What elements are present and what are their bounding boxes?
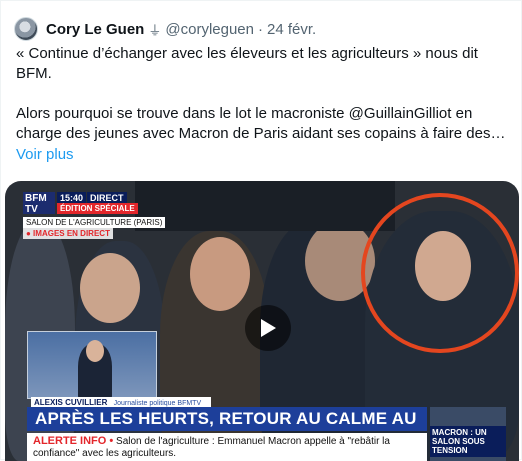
- alert-ticker: ALERTE INFO • Salon de l'agriculture : E…: [27, 433, 427, 461]
- tweet-text: « Continue d’échanger avec les éleveurs …: [16, 45, 506, 142]
- headline-banner: APRÈS LES HEURTS, RETOUR AU CALME AU SAL…: [27, 407, 427, 452]
- play-icon[interactable]: [245, 305, 291, 351]
- live-images-label: ● IMAGES EN DIRECT: [23, 228, 113, 239]
- tweet-date[interactable]: 24 févr.: [267, 21, 316, 38]
- verified-badge-icon: ⏚: [148, 22, 162, 38]
- side-panel: MACRON : UN SALON SOUS TENSION: [430, 407, 506, 461]
- author-name[interactable]: Cory Le Guen: [46, 21, 144, 38]
- avatar[interactable]: [14, 17, 38, 41]
- see-more-link[interactable]: Voir plus: [16, 146, 74, 163]
- journalist-role: Journaliste politique BFMTV: [113, 400, 202, 407]
- tweet-header: Cory Le Guen ⏚ @coryleguen · 24 févr.: [14, 15, 316, 43]
- journalist-inset: [27, 331, 157, 400]
- tweet-card[interactable]: Cory Le Guen ⏚ @coryleguen · 24 févr. « …: [0, 0, 522, 461]
- video-player[interactable]: BFM TV 15:40 DIRECT ÉDITION SPÉCIALE SAL…: [5, 181, 519, 461]
- author-handle[interactable]: @coryleguen: [165, 21, 254, 38]
- journalist-name: ALEXIS CUVILLIER: [34, 398, 108, 407]
- side-panel-label: MACRON : UN SALON SOUS TENSION: [430, 426, 506, 457]
- separator-dot: ·: [257, 20, 263, 38]
- bfm-logo: BFM TV: [23, 192, 55, 215]
- edition-badge: ÉDITION SPÉCIALE: [57, 203, 138, 214]
- location-label: SALON DE L'AGRICULTURE (PARIS): [23, 217, 166, 228]
- alert-label: ALERTE INFO •: [33, 435, 114, 447]
- highlight-circle: [361, 193, 519, 353]
